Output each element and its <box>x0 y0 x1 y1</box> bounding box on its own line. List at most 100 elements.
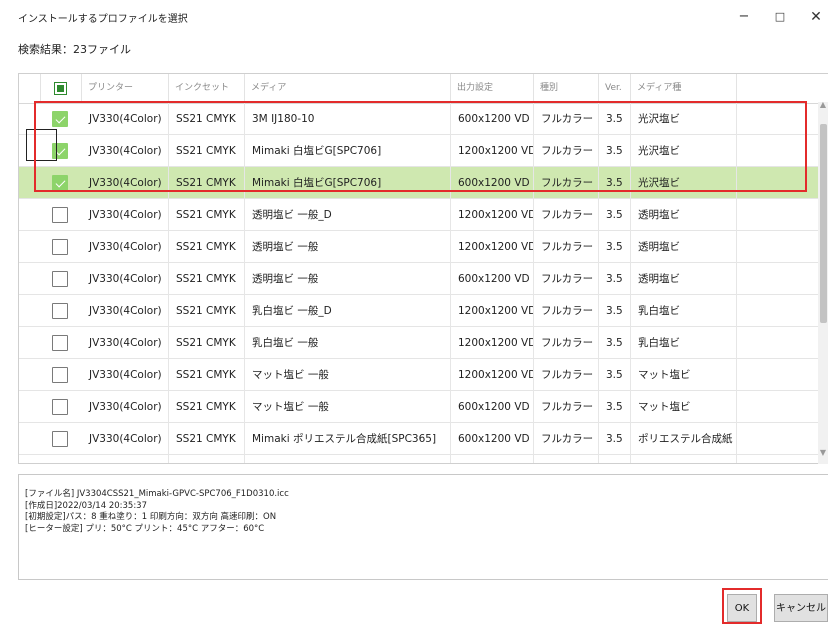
window-title: インストールするプロファイルを選択 <box>18 14 188 25</box>
row-checkbox[interactable] <box>52 335 68 351</box>
cell-output: 1200x1200 VD <box>451 231 534 263</box>
row-checkbox[interactable] <box>52 367 68 383</box>
info-file-name: [ファイル名] JV3304CSS21_Mimaki-GPVC-SPC706_F… <box>25 489 289 499</box>
minimize-icon[interactable]: − <box>732 6 756 28</box>
highlight-ok-button <box>722 588 762 624</box>
column-header-inkset[interactable]: インクセット <box>169 74 245 103</box>
column-header-type[interactable]: 種別 <box>534 74 599 103</box>
cell-output: 1200x1200 VD <box>451 199 534 231</box>
table-row[interactable]: JV330(4Color) SS21 CMYK Mimaki ポリエステル合成紙[S… <box>19 423 819 455</box>
cell-type: フルカラー <box>534 231 599 263</box>
table-header: プリンター インクセット メディア 出力設定 種別 Ver. メディア種 <box>19 74 828 104</box>
column-header-media-type[interactable]: メディア種 <box>631 74 737 103</box>
cell-version: 3.5 <box>599 359 631 391</box>
cell-printer: JV330(4Color) <box>82 359 169 391</box>
cell-type: フルカラー <box>534 295 599 327</box>
maximize-icon[interactable]: □ <box>768 6 792 28</box>
cell-inkset: SS21 CMYK <box>169 391 245 423</box>
cell-media: 乳白塩ビ 一般_D <box>245 295 451 327</box>
table-row[interactable]: JV330(4Color) SS21 CMYK 透明塩ビ 一般_D 1200x1200… <box>19 199 819 231</box>
cell-printer: JV330(4Color) <box>82 199 169 231</box>
cell-type: フルカラー <box>534 199 599 231</box>
row-checkbox[interactable] <box>52 399 68 415</box>
table-row[interactable]: JV330(4Color) SS21 CMYK 乳白塩ビ 一般 1200x1200 V… <box>19 327 819 359</box>
cell-output: 1200x1200 VD <box>451 455 534 463</box>
cell-output: 600x1200 VD <box>451 391 534 423</box>
title-bar: インストールするプロファイルを選択 − □ ✕ <box>0 0 828 34</box>
cell-media: 透明塩ビ 一般_D <box>245 199 451 231</box>
cell-media: マット塩ビ 一般 <box>245 359 451 391</box>
row-checkbox[interactable] <box>52 463 68 464</box>
close-icon[interactable]: ✕ <box>804 6 828 28</box>
row-checkbox-cell <box>19 295 82 327</box>
cell-media-type: 透明塩ビ <box>631 199 737 231</box>
cell-media-type: 透明塩ビ <box>631 231 737 263</box>
cell-output: 1200x1200 VD <box>451 327 534 359</box>
scroll-down-icon[interactable]: ▼ <box>818 448 828 460</box>
column-header-media[interactable]: メディア <box>245 74 451 103</box>
cell-inkset: SS21 CMYK <box>169 327 245 359</box>
cell-media-type: マット塩ビ <box>631 359 737 391</box>
cell-media-type: ポリエステル合成紙 <box>631 423 737 455</box>
cell-version: 3.5 <box>599 231 631 263</box>
cell-printer: JV330(4Color) <box>82 295 169 327</box>
cell-version: 3.5 <box>599 423 631 455</box>
cancel-button[interactable]: キャンセル <box>774 594 828 622</box>
cell-type: フルカラー <box>534 455 599 463</box>
column-header-printer[interactable]: プリンター <box>82 74 169 103</box>
cell-media-type: 乳白塩ビ <box>631 295 737 327</box>
cell-type: フルカラー <box>534 263 599 295</box>
cell-media-type: マット塩ビ <box>631 391 737 423</box>
scrollbar-thumb[interactable] <box>820 124 827 323</box>
cell-inkset: SS21 CMYK <box>169 455 245 463</box>
cell-media: 透明塩ビ 一般 <box>245 263 451 295</box>
cell-inkset: SS21 CMYK <box>169 359 245 391</box>
row-checkbox-cell <box>19 455 82 464</box>
cell-output: 600x1200 VD <box>451 423 534 455</box>
column-header-version[interactable]: Ver. <box>599 74 631 103</box>
scroll-up-icon[interactable]: ▲ <box>818 100 828 112</box>
info-initial-settings: [初期設定]パス：8 重ね塗り：1 印刷方向：双方向 高速印刷：ON <box>25 512 277 522</box>
row-checkbox-cell <box>19 359 82 391</box>
cell-version: 3.5 <box>599 391 631 423</box>
row-checkbox[interactable] <box>52 431 68 447</box>
cell-media-type: 乳白塩ビ <box>631 327 737 359</box>
row-checkbox[interactable] <box>52 303 68 319</box>
cell-printer: JV330(4Color) <box>82 231 169 263</box>
table-row[interactable]: JV330(4Color) SS21 CMYK 透明塩ビ 一般 600x1200 VD… <box>19 263 819 295</box>
cell-printer: JV330(4Color) <box>82 263 169 295</box>
header-spacer <box>19 74 41 103</box>
row-checkbox-cell <box>19 199 82 231</box>
cell-version: 3.5 <box>599 199 631 231</box>
highlight-checked-rows <box>34 101 807 192</box>
cell-output: 1200x1200 VD <box>451 359 534 391</box>
column-header-output[interactable]: 出力設定 <box>451 74 534 103</box>
row-checkbox[interactable] <box>52 239 68 255</box>
cell-inkset: SS21 CMYK <box>169 263 245 295</box>
cell-inkset: SS21 CMYK <box>169 199 245 231</box>
table-row[interactable]: JV330(4Color) SS21 CMYK 乳白塩ビ 一般_D 1200x1200… <box>19 295 819 327</box>
info-heater-settings: [ヒーター設定] プリ：50°C プリント：45°C アフター：60°C <box>25 523 265 534</box>
header-select-all-cell <box>41 74 82 103</box>
table-row[interactable]: JV330(4Color) SS21 CMYK マット塩ビ 一般 1200x1200 … <box>19 359 819 391</box>
cell-media: 光沢塩ビ 一般 <box>245 455 451 463</box>
row-checkbox[interactable] <box>52 271 68 287</box>
table-row[interactable]: JV330(4Color) SS21 CMYK 透明塩ビ 一般 1200x1200 V… <box>19 231 819 263</box>
cell-type: フルカラー <box>534 327 599 359</box>
cell-version: 3.5 <box>599 295 631 327</box>
info-created-date: [作成日]2022/03/14 20:35:37 <box>25 500 148 511</box>
cell-printer: JV330(4Color) <box>82 423 169 455</box>
cell-type: フルカラー <box>534 391 599 423</box>
cell-type: フルカラー <box>534 359 599 391</box>
table-row[interactable]: JV330(4Color)SS21 CMYK光沢塩ビ 一般1200x1200 V… <box>19 455 819 464</box>
cell-version: 3.5 <box>599 263 631 295</box>
file-info-panel: [ファイル名] JV3304CSS21_Mimaki-GPVC-SPC706_F… <box>18 474 828 580</box>
select-all-checkbox[interactable] <box>54 82 67 95</box>
table-row[interactable]: JV330(4Color) SS21 CMYK マット塩ビ 一般 600x1200 V… <box>19 391 819 423</box>
row-checkbox-cell <box>19 391 82 423</box>
row-checkbox-cell <box>19 327 82 359</box>
row-checkbox-cell <box>19 263 82 295</box>
search-result-count: 検索結果：23ファイル <box>18 43 131 56</box>
cell-version: 3.5 <box>599 455 631 463</box>
row-checkbox[interactable] <box>52 207 68 223</box>
